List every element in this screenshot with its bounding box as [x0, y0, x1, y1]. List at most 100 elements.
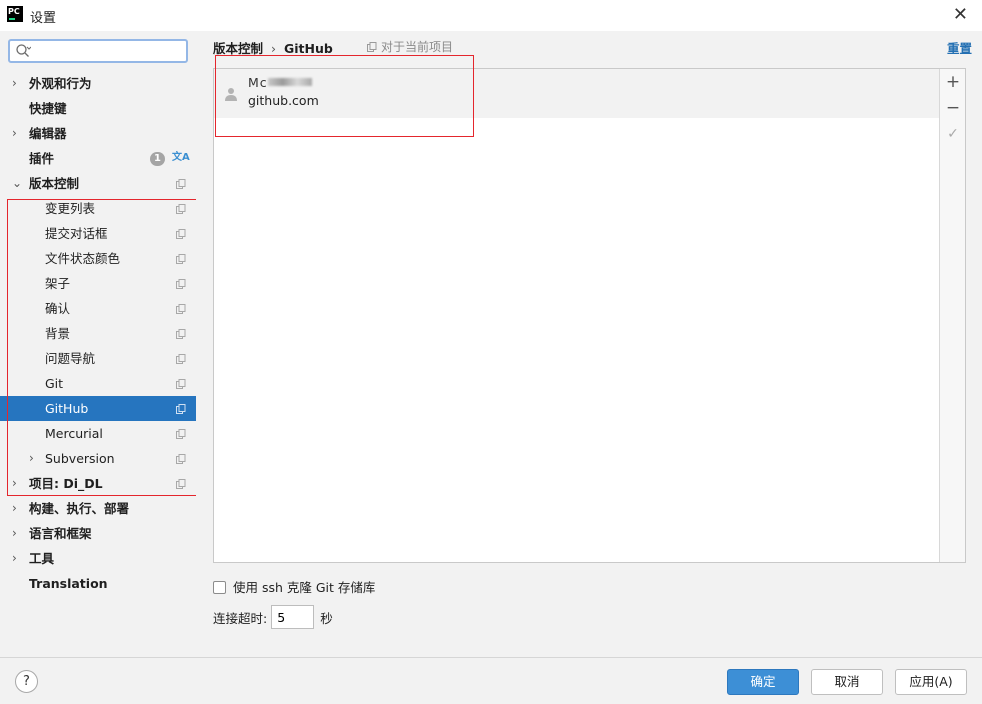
sidebar-item-label: 快捷键 — [29, 101, 67, 116]
sidebar-item[interactable]: 文件状态颜色 — [0, 246, 196, 271]
sidebar-item[interactable]: › 构建、执行、部署 — [0, 496, 196, 521]
project-level-icon — [176, 429, 186, 439]
breadcrumb-current: GitHub — [284, 41, 333, 56]
sidebar-item-label: 项目: Di_DL — [29, 476, 103, 491]
sidebar-item[interactable]: › 项目: Di_DL — [0, 471, 196, 496]
copy-icon — [367, 42, 377, 52]
chevron-right-icon[interactable]: › — [12, 71, 22, 96]
chevron-right-icon[interactable]: › — [12, 121, 22, 146]
project-level-icon — [176, 404, 186, 414]
project-level-icon — [176, 254, 186, 264]
project-level-icon — [176, 454, 186, 464]
sidebar-item-label: 变更列表 — [45, 201, 96, 216]
timeout-setting: 连接超时: 秒 — [213, 605, 333, 629]
sidebar-item[interactable]: 问题导航 — [0, 346, 196, 371]
accounts-toolbar: + − ✓ — [939, 69, 965, 562]
ssh-label: 使用 ssh 克隆 Git 存储库 — [233, 580, 376, 595]
sidebar-item[interactable]: Git — [0, 371, 196, 396]
sidebar-item-label: GitHub — [45, 401, 89, 416]
chevron-right-icon[interactable]: › — [29, 446, 39, 471]
sidebar-item[interactable]: 确认 — [0, 296, 196, 321]
timeout-label: 连接超时: — [213, 610, 268, 626]
account-item[interactable]: Mc github.com — [214, 69, 941, 118]
window-title: 设置 — [30, 11, 57, 26]
reset-link[interactable]: 重置 — [947, 38, 972, 57]
user-icon — [225, 88, 237, 101]
project-level-icon — [176, 204, 186, 214]
sidebar-item-label: 确认 — [45, 301, 71, 316]
project-level-icon — [176, 179, 186, 189]
close-icon[interactable]: ✕ — [953, 5, 968, 25]
chevron-right-icon[interactable]: › — [12, 521, 22, 546]
sidebar-item-label: Subversion — [45, 451, 115, 466]
sidebar-item[interactable]: 提交对话框 — [0, 221, 196, 246]
sidebar-item-label: 文件状态颜色 — [45, 251, 121, 266]
sidebar-item[interactable]: Translation — [0, 571, 196, 596]
set-default-icon[interactable]: ✓ — [940, 122, 966, 146]
search-icon — [16, 44, 31, 57]
sidebar-item[interactable]: › 编辑器 — [0, 121, 196, 146]
sidebar-item-label: 问题导航 — [45, 351, 96, 366]
ssh-clone-option[interactable]: 使用 ssh 克隆 Git 存储库 — [213, 577, 375, 595]
sidebar-item[interactable]: 背景 — [0, 321, 196, 346]
redacted-username — [267, 78, 312, 86]
project-level-icon — [176, 279, 186, 289]
sidebar-item[interactable]: 变更列表 — [0, 196, 196, 221]
project-level-icon — [176, 479, 186, 489]
project-level-icon — [176, 229, 186, 239]
account-server: github.com — [248, 93, 319, 108]
sidebar-item[interactable]: 快捷键 — [0, 96, 196, 121]
sidebar-item-label: 构建、执行、部署 — [29, 501, 130, 516]
project-scope-note: 对于当前项目 — [367, 38, 453, 55]
sidebar-item[interactable]: GitHub — [0, 396, 196, 421]
sidebar-item[interactable]: › 工具 — [0, 546, 196, 571]
search-input[interactable] — [34, 43, 182, 59]
sidebar-item[interactable]: 插件 1 文A — [0, 146, 196, 171]
sidebar-item-label: 背景 — [45, 326, 71, 341]
sidebar-item-label: 语言和框架 — [29, 526, 92, 541]
chevron-down-icon[interactable]: ⌄ — [12, 171, 22, 196]
sidebar-item[interactable]: › 语言和框架 — [0, 521, 196, 546]
settings-tree: › 外观和行为快捷键 › 编辑器插件 1 文A ⌄ 版本控制变更列表提交对话框文件状态颜色 架子… — [0, 71, 196, 596]
sidebar-item[interactable]: › 外观和行为 — [0, 71, 196, 96]
sidebar-item-label: 插件 — [29, 151, 55, 166]
title-bar: PC 设置 ✕ — [0, 0, 982, 31]
project-level-icon — [176, 354, 186, 364]
sidebar-item[interactable]: ⌄ 版本控制 — [0, 171, 196, 196]
apply-button[interactable]: 应用(A) — [895, 669, 967, 695]
chevron-right-icon[interactable]: › — [12, 496, 22, 521]
sidebar-item-label: 工具 — [29, 551, 55, 566]
update-count-badge: 1 — [150, 152, 165, 166]
project-level-icon — [176, 329, 186, 339]
sidebar-item-label: Translation — [29, 576, 108, 591]
cancel-button[interactable]: 取消 — [811, 669, 883, 695]
settings-sidebar: › 外观和行为快捷键 › 编辑器插件 1 文A ⌄ 版本控制变更列表提交对话框文件状态颜色 架子… — [0, 31, 202, 657]
chevron-right-icon[interactable]: › — [12, 546, 22, 571]
chevron-right-icon[interactable]: › — [12, 471, 22, 496]
translate-icon: 文A — [172, 152, 190, 163]
project-level-icon — [176, 379, 186, 389]
sidebar-item-label: 版本控制 — [29, 176, 80, 191]
sidebar-item[interactable]: 架子 — [0, 271, 196, 296]
settings-content: 版本控制 › GitHub 对于当前项目 重置 Mc github.com + − … — [196, 31, 982, 657]
sidebar-item[interactable]: › Subversion — [0, 446, 196, 471]
timeout-input[interactable] — [271, 605, 315, 629]
remove-account-icon[interactable]: − — [940, 96, 966, 120]
sidebar-item-label: 架子 — [45, 276, 71, 291]
timeout-unit: 秒 — [320, 610, 333, 626]
project-level-icon — [176, 304, 186, 314]
settings-search[interactable] — [8, 39, 188, 63]
breadcrumb: 版本控制 › GitHub — [213, 38, 333, 57]
add-account-icon[interactable]: + — [940, 70, 966, 94]
sidebar-item-label: 外观和行为 — [29, 76, 92, 91]
dialog-footer: ? 确定 取消 应用(A) — [0, 657, 982, 704]
sidebar-item[interactable]: Mercurial — [0, 421, 196, 446]
ssh-checkbox[interactable] — [213, 581, 226, 594]
sidebar-item-label: Mercurial — [45, 426, 103, 441]
accounts-list: Mc github.com + − ✓ — [213, 68, 966, 563]
account-name: Mc — [248, 75, 312, 90]
ok-button[interactable]: 确定 — [727, 669, 799, 695]
breadcrumb-parent[interactable]: 版本控制 — [213, 41, 263, 56]
help-button[interactable]: ? — [15, 670, 38, 693]
breadcrumb-separator: › — [271, 41, 277, 56]
